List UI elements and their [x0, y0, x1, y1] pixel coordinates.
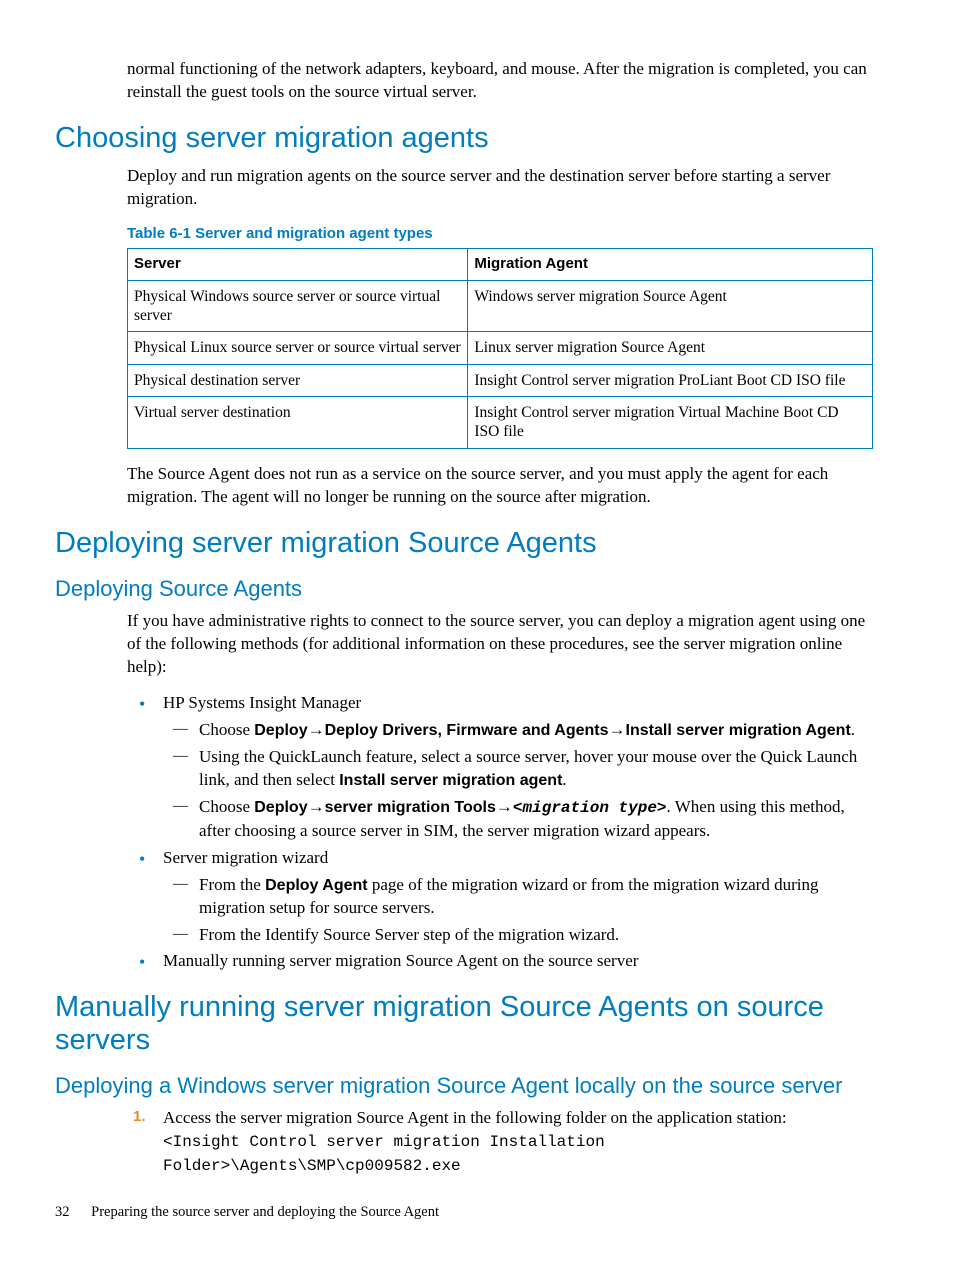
- list-item-label: Manually running server migration Source…: [163, 951, 638, 970]
- table-header-row: Server Migration Agent: [128, 248, 873, 280]
- td-agent: Insight Control server migration Virtual…: [468, 397, 873, 449]
- methods-list: HP Systems Insight Manager Choose Deploy…: [127, 692, 876, 973]
- td-server: Virtual server destination: [128, 397, 468, 449]
- agent-types-table: Server Migration Agent Physical Windows …: [127, 248, 873, 449]
- list-item: Server migration wizard From the Deploy …: [127, 847, 876, 947]
- sublist: From the Deploy Agent page of the migrat…: [163, 874, 876, 947]
- td-agent: Linux server migration Source Agent: [468, 332, 873, 364]
- page: normal functioning of the network adapte…: [0, 0, 954, 1271]
- list-item: From the Identify Source Server step of …: [163, 924, 876, 947]
- list-item-label: Server migration wizard: [163, 848, 328, 867]
- table-caption: Table 6-1 Server and migration agent typ…: [127, 225, 876, 242]
- td-server: Physical destination server: [128, 364, 468, 396]
- table-row: Physical Windows source server or source…: [128, 280, 873, 332]
- th-server: Server: [128, 248, 468, 280]
- page-number: 32: [55, 1204, 70, 1220]
- step-text: Access the server migration Source Agent…: [163, 1108, 787, 1127]
- subheading-deploying-windows-local: Deploying a Windows server migration Sou…: [55, 1073, 876, 1099]
- footer-chapter: Preparing the source server and deployin…: [91, 1204, 439, 1220]
- page-footer: 32 Preparing the source server and deplo…: [55, 1204, 439, 1221]
- para-after-table: The Source Agent does not run as a servi…: [127, 463, 876, 509]
- step-item: Access the server migration Source Agent…: [127, 1107, 876, 1177]
- step-code: <Insight Control server migration Instal…: [163, 1133, 605, 1175]
- heading-choosing-agents: Choosing server migration agents: [55, 122, 876, 155]
- th-agent: Migration Agent: [468, 248, 873, 280]
- list-item: From the Deploy Agent page of the migrat…: [163, 874, 876, 920]
- list-item: Choose Deploy→server migration Tools→<mi…: [163, 796, 876, 843]
- list-item: Choose Deploy→Deploy Drivers, Firmware a…: [163, 719, 876, 742]
- para-choosing-agents: Deploy and run migration agents on the s…: [127, 165, 876, 211]
- td-agent: Windows server migration Source Agent: [468, 280, 873, 332]
- intro-continued: normal functioning of the network adapte…: [127, 58, 876, 104]
- list-item-label: HP Systems Insight Manager: [163, 693, 361, 712]
- list-item: Manually running server migration Source…: [127, 950, 876, 973]
- heading-manually-running: Manually running server migration Source…: [55, 991, 876, 1057]
- heading-deploying-source-agents: Deploying server migration Source Agents: [55, 527, 876, 560]
- table-row: Physical destination server Insight Cont…: [128, 364, 873, 396]
- steps-list: Access the server migration Source Agent…: [127, 1107, 876, 1177]
- table-row: Physical Linux source server or source v…: [128, 332, 873, 364]
- subheading-deploying-source-agents: Deploying Source Agents: [55, 576, 876, 602]
- td-server: Physical Linux source server or source v…: [128, 332, 468, 364]
- table-row: Virtual server destination Insight Contr…: [128, 397, 873, 449]
- sublist: Choose Deploy→Deploy Drivers, Firmware a…: [163, 719, 876, 842]
- td-agent: Insight Control server migration ProLian…: [468, 364, 873, 396]
- para-deploying-source-agents: If you have administrative rights to con…: [127, 610, 876, 679]
- list-item: HP Systems Insight Manager Choose Deploy…: [127, 692, 876, 842]
- td-server: Physical Windows source server or source…: [128, 280, 468, 332]
- list-item: Using the QuickLaunch feature, select a …: [163, 746, 876, 792]
